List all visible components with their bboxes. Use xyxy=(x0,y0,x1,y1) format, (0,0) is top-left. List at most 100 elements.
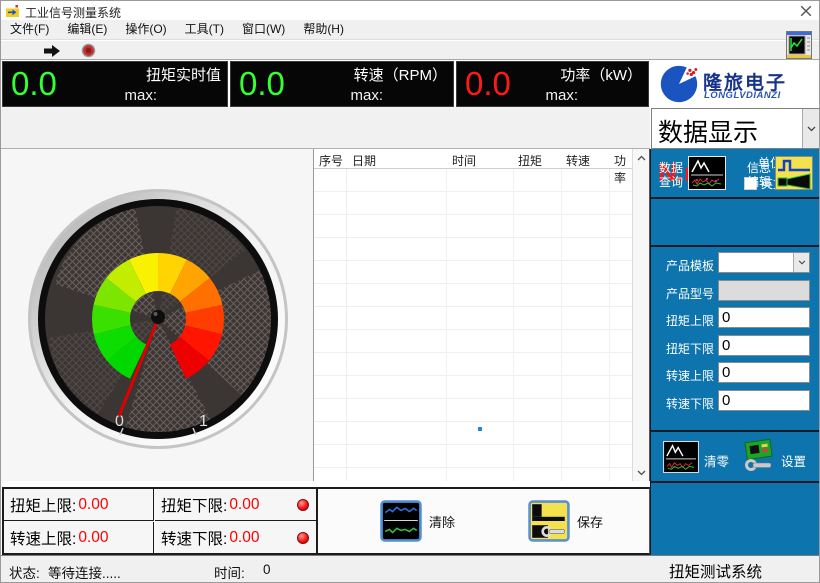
save-icon xyxy=(528,500,570,542)
model-label: 产品型号 xyxy=(651,285,714,302)
clear-button[interactable]: 清除 xyxy=(380,500,455,542)
data-query-label[interactable]: 数据 查询 xyxy=(659,161,683,189)
speed-display: 0.0 转速（RPM） max: xyxy=(230,61,454,107)
alarm-led xyxy=(297,532,309,544)
limit-indicator-panel: 扭矩上限: 0.00 扭矩下限: 0.00 转速上限: 0.00 转速下限: 0… xyxy=(2,487,318,555)
power-value: 0.0 xyxy=(465,65,511,103)
scroll-down-icon[interactable] xyxy=(633,464,650,481)
col-speed: 转速 xyxy=(566,152,590,169)
system-name: 扭矩测试系统 xyxy=(669,560,762,582)
chevron-down-icon[interactable] xyxy=(793,253,809,272)
alarm-led xyxy=(297,499,309,511)
limit-label: 扭矩上限: xyxy=(10,494,76,516)
torque-upper-value: 0 xyxy=(722,309,730,326)
speed-lower-value: 0 xyxy=(722,392,730,409)
gauge-hub xyxy=(151,310,165,324)
status-value: 等待连接..... xyxy=(48,562,121,582)
limit-label: 转速上限: xyxy=(10,527,76,549)
spacer-strip xyxy=(1,107,650,149)
torque-upper-indicator: 扭矩上限: 0.00 xyxy=(4,489,154,521)
col-time: 时间 xyxy=(452,152,476,169)
brand-logo: 隆旅电子 LONGLVDIANZI xyxy=(651,61,820,107)
speed-lower-field[interactable]: 0 xyxy=(718,390,810,411)
limit-label: 扭矩下限: xyxy=(161,494,227,516)
limit-value: 0.00 xyxy=(229,496,259,514)
info-edit-label[interactable]: 信息 编辑 xyxy=(747,161,771,189)
table-body[interactable] xyxy=(314,169,633,481)
speed-upper-value: 0 xyxy=(722,364,730,381)
vi-panel-icon[interactable] xyxy=(786,31,812,59)
limit-value: 0.00 xyxy=(78,529,108,547)
col-torque: 扭矩 xyxy=(518,152,542,169)
menu-help[interactable]: 帮助(H) xyxy=(294,20,353,39)
settings-icon[interactable] xyxy=(741,437,775,473)
zero-button-label[interactable]: 清零 xyxy=(704,451,729,470)
limit-label: 转速下限: xyxy=(161,527,227,549)
toolbar xyxy=(1,41,820,60)
speed-upper-indicator: 转速上限: 0.00 xyxy=(4,522,154,554)
mode-dropdown[interactable]: 数据显示 xyxy=(651,108,820,149)
torque-lower-field[interactable]: 0 xyxy=(718,335,810,356)
speed-lower-label: 转速下限 xyxy=(651,395,714,412)
speed-lower-indicator: 转速下限: 0.00 xyxy=(155,522,316,554)
torque-lower-indicator: 扭矩下限: 0.00 xyxy=(155,489,316,521)
scroll-up-icon[interactable] xyxy=(633,149,650,166)
statusbar: 状态: 等待连接..... 时间: 0 扭矩测试系统 xyxy=(1,555,820,583)
limit-value: 0.00 xyxy=(78,496,108,514)
torque-upper-label: 扭矩上限 xyxy=(651,312,714,329)
torque-title: 扭矩实时值 xyxy=(146,64,221,85)
speed-upper-label: 转速上限 xyxy=(651,367,714,384)
titlebar: 工业信号测量系统 xyxy=(1,1,820,20)
info-edit-icon[interactable] xyxy=(775,156,813,190)
app-icon xyxy=(6,4,19,17)
torque-display: 0.0 扭矩实时值 max: xyxy=(2,61,228,107)
menubar: 文件(F) 编辑(E) 操作(O) 工具(T) 窗口(W) 帮助(H) xyxy=(1,20,820,40)
torque-upper-field[interactable]: 0 xyxy=(718,307,810,328)
bottom-actions: 清除 保存 xyxy=(318,487,650,555)
menu-edit[interactable]: 编辑(E) xyxy=(58,20,116,39)
status-label: 状态: xyxy=(9,562,40,582)
template-dropdown[interactable] xyxy=(718,252,810,273)
limit-value: 0.00 xyxy=(229,529,259,547)
time-label: 时间: xyxy=(214,562,245,582)
chevron-down-icon[interactable] xyxy=(802,109,820,148)
menu-window[interactable]: 窗口(W) xyxy=(233,20,294,39)
time-value: 0 xyxy=(263,562,271,577)
settings-button-label[interactable]: 设置 xyxy=(781,451,806,470)
close-icon[interactable] xyxy=(799,5,813,17)
data-query-icon[interactable] xyxy=(688,156,726,190)
power-title: 功率（kW） xyxy=(560,64,642,85)
data-table: 序号 日期 时间 扭矩 转速 功率 xyxy=(314,149,650,481)
menu-tools[interactable]: 工具(T) xyxy=(176,20,233,39)
gauge-panel: 0 1 xyxy=(1,149,314,481)
power-max-label: max: xyxy=(545,87,578,104)
template-label: 产品模板 xyxy=(651,257,714,274)
torque-lower-label: 扭矩下限 xyxy=(651,340,714,357)
run-arrow-icon[interactable] xyxy=(43,44,61,58)
logo-mark-icon xyxy=(659,64,699,104)
clear-button-label: 清除 xyxy=(429,512,455,531)
speed-title: 转速（RPM） xyxy=(354,64,447,85)
table-scrollbar[interactable] xyxy=(632,149,649,481)
torque-value: 0.0 xyxy=(11,65,57,103)
zero-icon[interactable] xyxy=(663,441,699,473)
menu-operate[interactable]: 操作(O) xyxy=(116,20,175,39)
model-field[interactable] xyxy=(718,280,810,301)
speed-value: 0.0 xyxy=(239,65,285,103)
right-control-panel: N.m 单位切换 英文单位 数据 查询 信息 编辑 产品模板 xyxy=(650,149,820,555)
torque-gauge: 0 1 xyxy=(27,188,289,450)
window-title: 工业信号测量系统 xyxy=(25,4,121,21)
table-cursor-artifact xyxy=(478,427,482,431)
abort-record-icon[interactable] xyxy=(81,43,96,58)
menu-file[interactable]: 文件(F) xyxy=(1,20,58,39)
col-index: 序号 xyxy=(319,152,343,169)
torque-lower-value: 0 xyxy=(722,337,730,354)
clear-icon xyxy=(380,500,422,542)
mode-dropdown-value: 数据显示 xyxy=(658,113,758,149)
speed-upper-field[interactable]: 0 xyxy=(718,362,810,383)
save-button-label: 保存 xyxy=(577,512,603,531)
save-button[interactable]: 保存 xyxy=(528,500,603,542)
speed-max-label: max: xyxy=(350,87,383,104)
table-header: 序号 日期 时间 扭矩 转速 功率 xyxy=(314,149,633,169)
col-date: 日期 xyxy=(352,152,376,169)
